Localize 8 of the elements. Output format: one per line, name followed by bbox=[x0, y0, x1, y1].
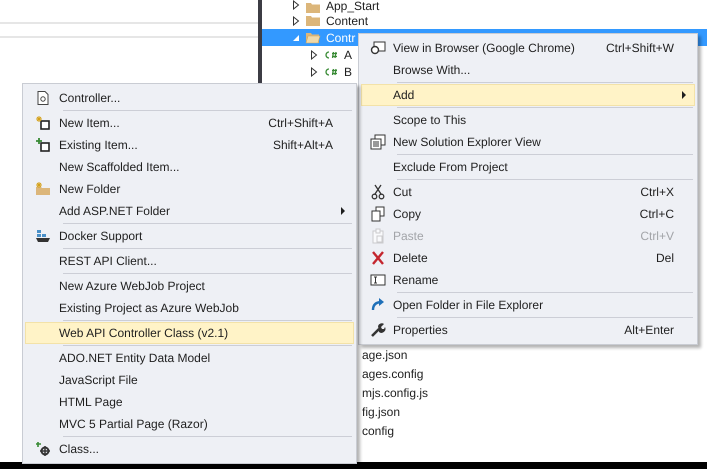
shortcut-label: Del bbox=[654, 251, 674, 265]
shortcut-label: Alt+Enter bbox=[623, 323, 674, 337]
shortcut-label: Ctrl+Shift+A bbox=[267, 116, 333, 130]
shortcut-label: Ctrl+Shift+W bbox=[604, 41, 674, 55]
shortcut-label: Shift+Alt+A bbox=[272, 138, 333, 152]
shortcut-label: Ctrl+C bbox=[638, 207, 674, 221]
shortcut-label: Ctrl+X bbox=[639, 185, 674, 199]
shortcut-label: Ctrl+V bbox=[639, 229, 674, 243]
